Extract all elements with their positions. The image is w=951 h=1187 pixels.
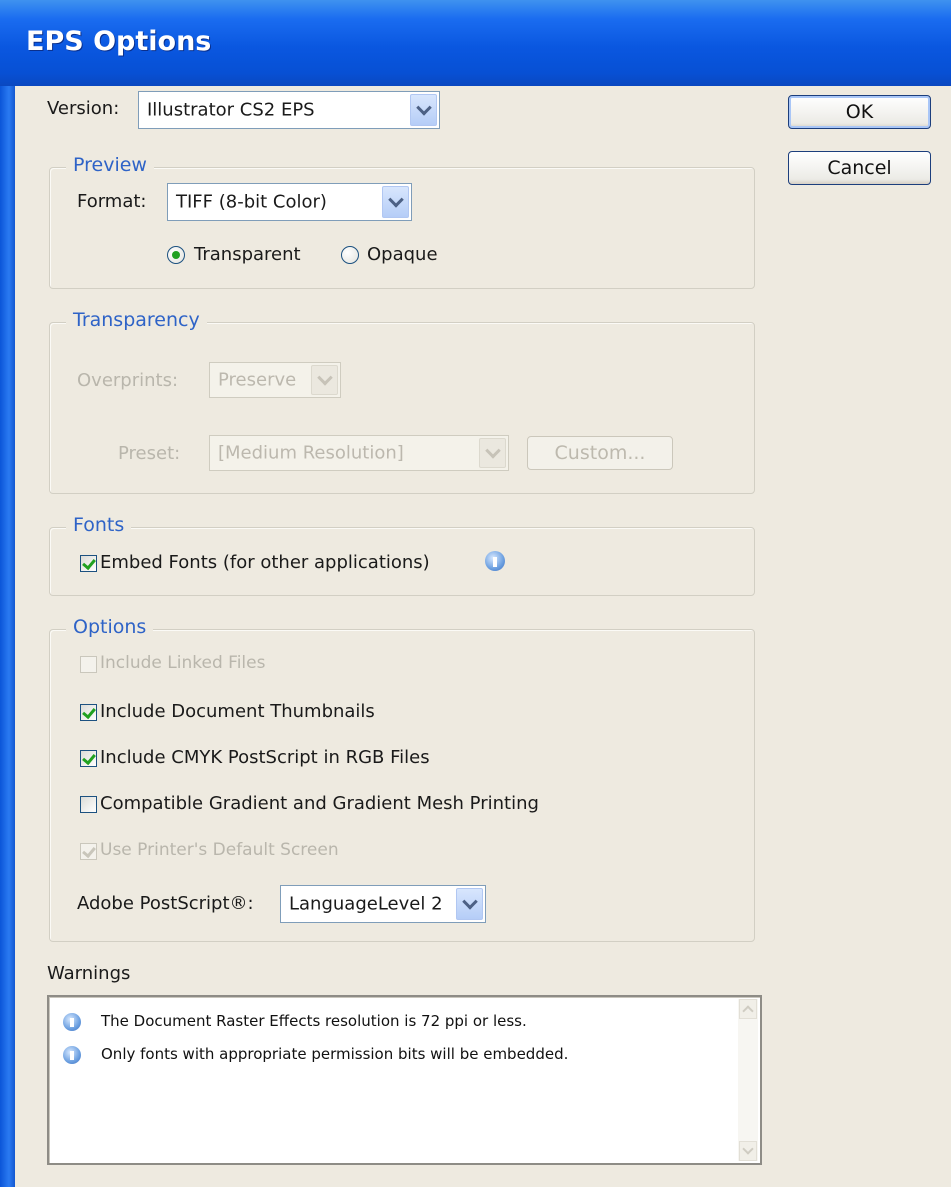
version-value: Illustrator CS2 EPS — [147, 99, 315, 121]
include-thumbnails-label[interactable]: Include Document Thumbnails — [100, 701, 375, 722]
transparency-legend: Transparency — [66, 309, 207, 331]
radio-opaque[interactable] — [341, 246, 359, 264]
cancel-button-label: Cancel — [827, 157, 892, 179]
preset-dropdown[interactable]: [Medium Resolution] — [209, 435, 509, 471]
postscript-label: Adobe PostScript®: — [77, 893, 254, 914]
custom-button-label: Custom... — [554, 442, 646, 464]
warnings-scrollbar[interactable] — [738, 999, 758, 1161]
ok-button-label: OK — [845, 101, 874, 123]
postscript-dropdown[interactable]: LanguageLevel 2 — [280, 885, 486, 923]
overprints-label: Overprints: — [77, 370, 179, 391]
overprints-dropdown[interactable]: Preserve — [209, 362, 341, 398]
scroll-up-icon[interactable] — [739, 999, 757, 1019]
format-dropdown[interactable]: TIFF (8-bit Color) — [167, 183, 412, 221]
chevron-down-icon[interactable] — [410, 94, 437, 126]
chevron-down-icon[interactable] — [479, 438, 506, 468]
window-left-border — [0, 0, 15, 1187]
chevron-down-icon[interactable] — [382, 186, 409, 218]
version-label: Version: — [47, 98, 119, 119]
radio-transparent-label[interactable]: Transparent — [194, 244, 301, 265]
warnings-list[interactable]: The Document Raster Effects resolution i… — [47, 995, 762, 1165]
info-icon[interactable] — [485, 551, 505, 571]
version-label-text: Version: — [47, 98, 120, 119]
version-dropdown[interactable]: Illustrator CS2 EPS — [138, 91, 440, 129]
warning-text: The Document Raster Effects resolution i… — [101, 1012, 527, 1030]
dialog-title: EPS Options — [26, 26, 212, 57]
title-bar[interactable]: EPS Options — [0, 0, 951, 86]
radio-transparent[interactable] — [167, 246, 185, 264]
options-legend: Options — [66, 616, 154, 638]
printer-default-screen-label[interactable]: Use Printer's Default Screen — [100, 840, 339, 860]
preview-legend: Preview — [66, 154, 154, 176]
include-thumbnails-checkbox[interactable] — [80, 704, 97, 721]
custom-button[interactable]: Custom... — [527, 436, 673, 470]
preset-value: [Medium Resolution] — [218, 442, 404, 464]
preset-label: Preset: — [118, 443, 181, 464]
format-value: TIFF (8-bit Color) — [176, 191, 327, 213]
postscript-value: LanguageLevel 2 — [289, 893, 443, 915]
fonts-legend: Fonts — [66, 514, 132, 536]
warnings-label: Warnings — [47, 963, 131, 984]
include-linked-files-label[interactable]: Include Linked Files — [100, 653, 265, 673]
eps-options-dialog: EPS Options Version: Illustrator CS2 EPS… — [0, 0, 951, 1187]
radio-opaque-label[interactable]: Opaque — [367, 244, 438, 265]
include-linked-files-checkbox[interactable] — [80, 656, 97, 673]
info-icon — [63, 1046, 81, 1064]
chevron-down-icon[interactable] — [456, 888, 483, 920]
compatible-gradient-label[interactable]: Compatible Gradient and Gradient Mesh Pr… — [100, 793, 539, 814]
info-icon — [63, 1013, 81, 1031]
embed-fonts-checkbox[interactable] — [80, 555, 97, 572]
include-cmyk-label[interactable]: Include CMYK PostScript in RGB Files — [100, 747, 430, 768]
cancel-button[interactable]: Cancel — [788, 151, 931, 185]
format-label: Format: — [77, 191, 147, 212]
compatible-gradient-checkbox[interactable] — [80, 796, 97, 813]
chevron-down-icon[interactable] — [311, 365, 338, 395]
include-cmyk-checkbox[interactable] — [80, 750, 97, 767]
embed-fonts-label[interactable]: Embed Fonts (for other applications) — [100, 552, 430, 573]
overprints-value: Preserve — [218, 369, 297, 391]
scroll-down-icon[interactable] — [739, 1141, 757, 1161]
warning-text: Only fonts with appropriate permission b… — [101, 1045, 569, 1063]
ok-button[interactable]: OK — [788, 95, 931, 129]
printer-default-screen-checkbox[interactable] — [80, 843, 97, 860]
